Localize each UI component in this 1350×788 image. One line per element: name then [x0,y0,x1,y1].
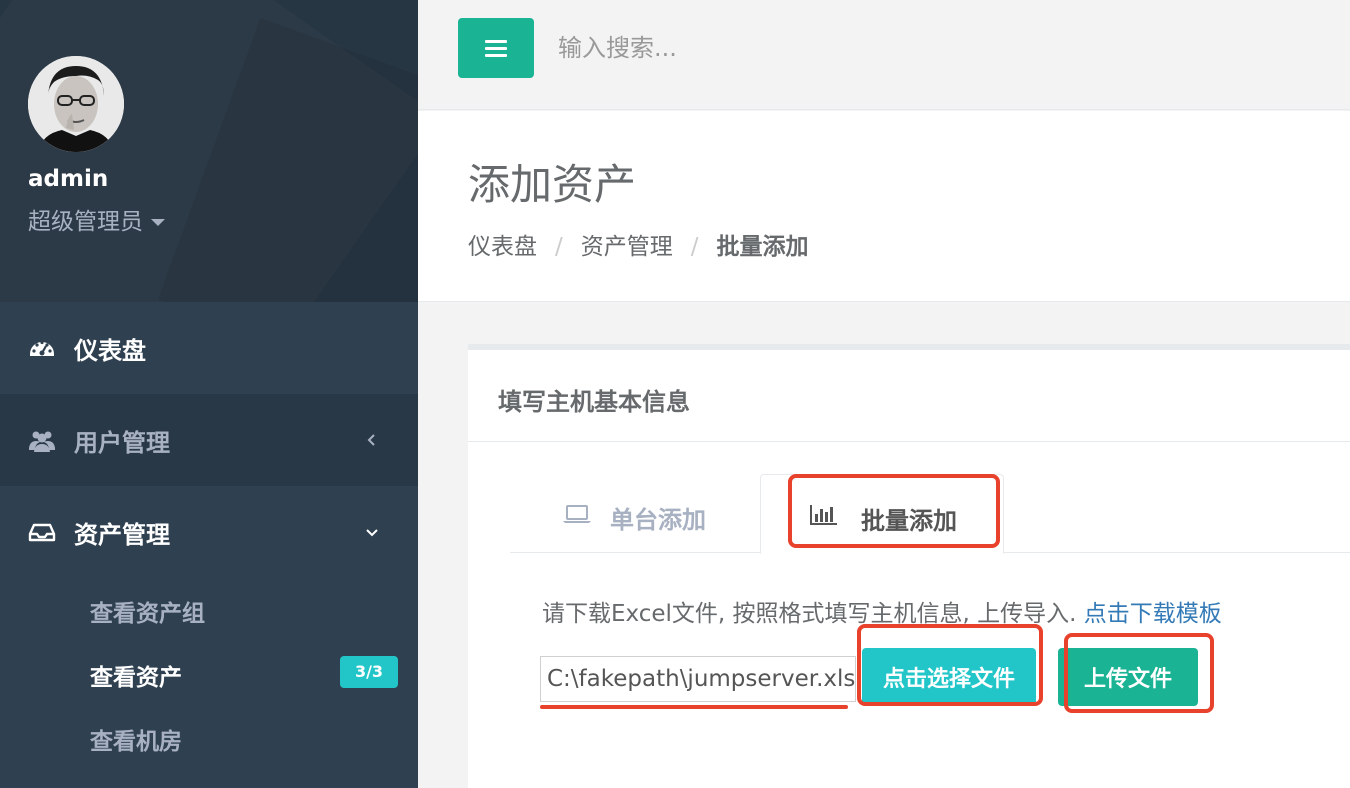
profile-role-dropdown[interactable]: 超级管理员 [28,202,165,236]
card-title: 填写主机基本信息 [498,388,690,416]
sidebar-item-dashboard[interactable]: 仪表盘 [0,302,418,394]
upload-file-button[interactable]: 上传文件 [1058,648,1198,706]
sidebar-item-users[interactable]: 用户管理 [0,394,418,486]
search-input[interactable] [558,18,1058,78]
tab-batch-add[interactable]: 批量添加 [760,474,1004,554]
sidebar: admin 超级管理员 仪表盘 用户管理 资产管理 查看资产组 查看资产 3/3… [0,0,418,788]
card-header: 填写主机基本信息 [468,350,1350,442]
tab-label: 单台添加 [610,506,706,534]
sidebar-item-label: 仪表盘 [74,336,146,365]
inbox-icon [28,523,56,542]
laptop-icon [563,505,591,523]
sidebar-subitem-asset-groups[interactable]: 查看资产组 [90,594,205,628]
breadcrumb-dashboard[interactable]: 仪表盘 [468,234,537,260]
page-heading: 添加资产 仪表盘 / 资产管理 / 批量添加 [418,111,1350,302]
profile-panel: admin 超级管理员 [0,0,418,302]
choose-file-button[interactable]: 点击选择文件 [862,648,1036,706]
top-navbar [418,0,1350,110]
sidebar-subitem-idc[interactable]: 查看机房 [90,722,182,756]
avatar[interactable] [28,56,124,152]
sidebar-subitem-assets[interactable]: 查看资产 [90,658,182,692]
profile-role: 超级管理员 [28,209,143,235]
file-path-field[interactable]: C:\fakepath\jumpserver.xlsx [540,656,856,702]
chevron-left-icon [367,434,375,446]
tab-label: 批量添加 [861,507,957,535]
upload-instruction: 请下载Excel文件, 按照格式填写主机信息, 上传导入. 点击下载模板 [542,601,1222,627]
breadcrumb: 仪表盘 / 资产管理 / 批量添加 [468,234,809,260]
sidebar-item-label: 用户管理 [74,428,170,457]
breadcrumb-assets[interactable]: 资产管理 [581,234,673,260]
asset-count-badge: 3/3 [340,656,398,688]
chevron-down-icon [366,529,378,537]
sidebar-item-label: 资产管理 [74,520,170,549]
profile-username: admin [28,166,109,192]
bar-chart-icon [810,505,837,525]
host-info-card: 填写主机基本信息 单台添加 批量添加 请下载Excel文件, 按照格式填写主机信… [468,344,1350,788]
hamburger-icon [485,40,507,43]
tab-single-add[interactable]: 单台添加 [524,474,764,554]
dashboard-gauge-icon [30,340,54,356]
download-template-link[interactable]: 点击下载模板 [1084,601,1222,627]
breadcrumb-current: 批量添加 [716,234,809,260]
sidebar-item-assets[interactable]: 资产管理 [0,486,418,578]
caret-down-icon [151,219,165,226]
avatar-portrait-icon [28,56,124,152]
page-title: 添加资产 [468,160,637,209]
annotation-underline-file-path [540,705,848,709]
sidebar-toggle-button[interactable] [458,18,534,78]
users-group-icon [29,431,55,452]
